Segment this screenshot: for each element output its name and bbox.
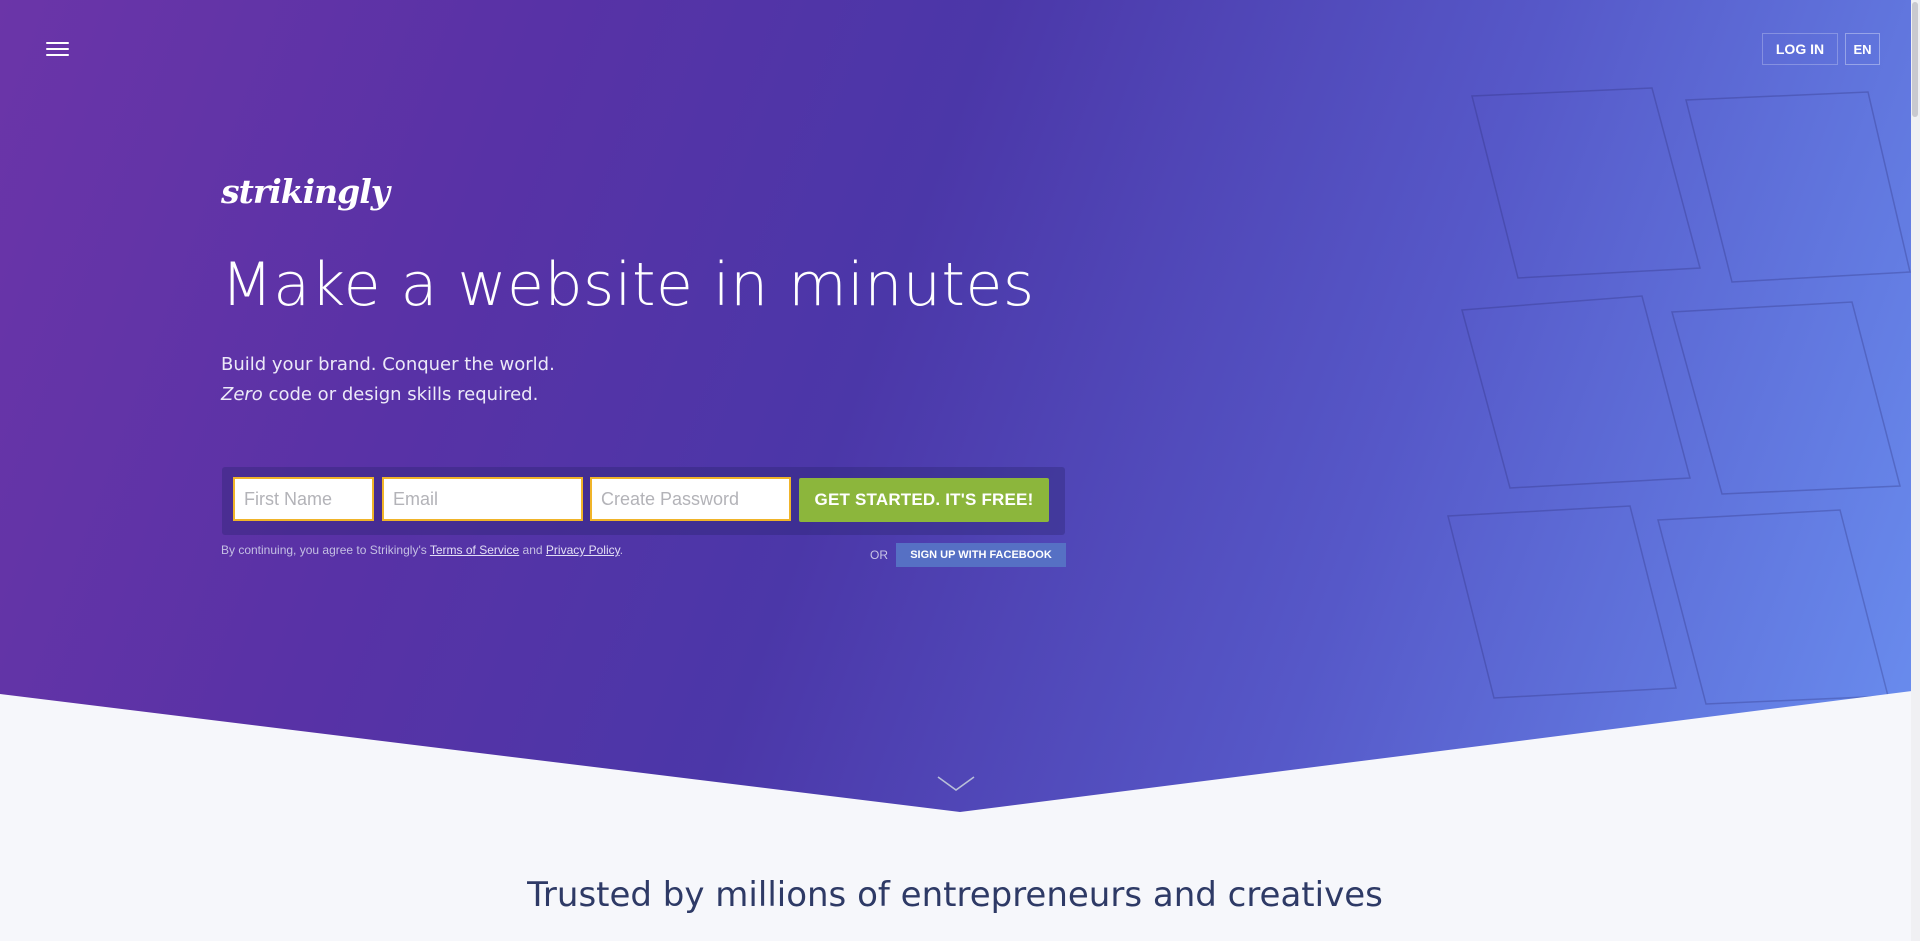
get-started-button[interactable]: GET STARTED. IT'S FREE!: [799, 478, 1049, 522]
first-name-input[interactable]: [233, 477, 374, 521]
terms-suffix: .: [619, 543, 624, 557]
terms-notice: By continuing, you agree to Strikingly's…: [221, 543, 623, 557]
menu-icon[interactable]: [46, 40, 69, 58]
chevron-down-icon[interactable]: [937, 775, 975, 793]
subtitle-line-2: Zero code or design skills required.: [221, 380, 555, 410]
hero-subtitle: Build your brand. Conquer the world. Zer…: [221, 350, 555, 410]
scrollbar-thumb[interactable]: [1912, 2, 1918, 117]
subtitle-line-1: Build your brand. Conquer the world.: [221, 354, 555, 375]
privacy-policy-link[interactable]: Privacy Policy: [546, 543, 620, 557]
menu-line: [46, 42, 69, 44]
terms-of-service-link[interactable]: Terms of Service: [430, 543, 519, 557]
facebook-signup-button[interactable]: SIGN UP WITH FACEBOOK: [896, 543, 1066, 567]
language-button[interactable]: EN: [1845, 33, 1880, 65]
strikingly-logo[interactable]: strikingly: [221, 172, 390, 211]
login-button[interactable]: LOG IN: [1762, 33, 1838, 65]
terms-prefix: By continuing, you agree to Strikingly's: [221, 543, 430, 557]
email-input[interactable]: [382, 477, 583, 521]
subtitle-rest: code or design skills required.: [262, 384, 539, 405]
menu-line: [46, 54, 69, 56]
password-input[interactable]: [590, 477, 791, 521]
or-label: OR: [870, 548, 888, 562]
trusted-section-title: Trusted by millions of entrepreneurs and…: [527, 875, 1383, 915]
hero-headline: Make a website in minutes: [221, 250, 1035, 320]
terms-and: and: [519, 543, 546, 557]
scrollbar-track[interactable]: [1911, 0, 1920, 941]
subtitle-emphasis: Zero: [221, 384, 263, 405]
menu-line: [46, 48, 69, 50]
